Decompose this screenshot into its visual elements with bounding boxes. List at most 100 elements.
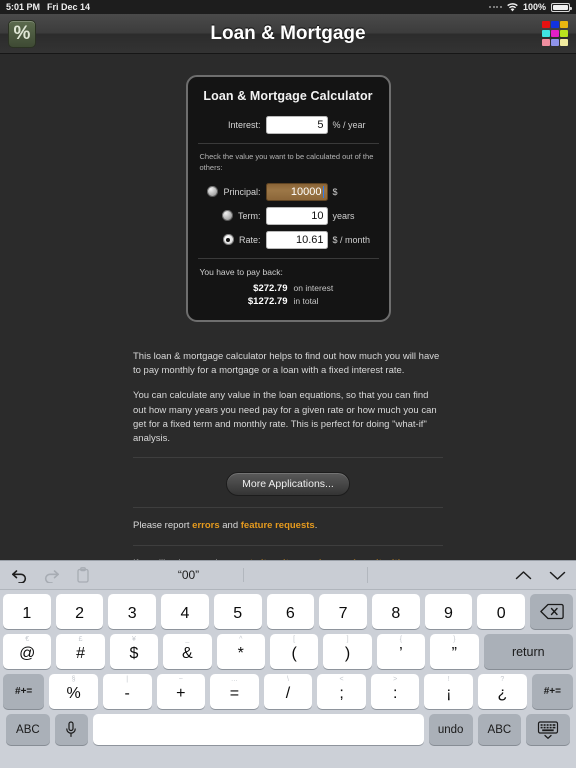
key-secondary-label: …	[230, 676, 238, 683]
key-+[interactable]: ~ +	[156, 674, 206, 709]
radio-rate[interactable]	[222, 234, 234, 246]
suggestion-chip-empty[interactable]	[258, 567, 368, 583]
result-description: on interest	[293, 282, 334, 293]
interest-input[interactable]: 5	[265, 116, 328, 134]
payback-label: You have to pay back:	[199, 266, 283, 277]
paste-clipboard-icon[interactable]	[74, 566, 92, 584]
key-label: /	[285, 685, 291, 702]
text-caret	[322, 185, 324, 198]
key-4[interactable]: 4	[161, 594, 209, 629]
calculator-title: Loan & Mortgage Calculator	[203, 89, 373, 103]
divider-1	[133, 457, 443, 459]
undo-arrow-icon[interactable]	[10, 566, 28, 584]
key-7[interactable]: 7	[319, 594, 367, 629]
key-label: )	[344, 645, 351, 662]
key-:[interactable]: >:	[370, 674, 420, 709]
key-$[interactable]: ¥ $	[109, 634, 159, 669]
key-@[interactable]: € @	[3, 634, 52, 669]
calculator-row-term: Term: 10 years	[198, 206, 379, 225]
description-paragraph-1: This loan & mortgage calculator helps to…	[133, 350, 440, 376]
on-screen-keyboard: “00” 1234567890 € @ £ # ¥ $ _ & ^ *[(]){’}” return…	[0, 560, 576, 768]
key-5[interactable]: 5	[213, 594, 262, 629]
key-secondary-label: |	[126, 676, 129, 683]
hide-keyboard-icon[interactable]	[526, 714, 571, 745]
key-secondary-label: [	[293, 636, 296, 643]
key-label: 6	[285, 605, 295, 622]
radio-term[interactable]	[222, 210, 233, 222]
abc-key-left[interactable]: ABC	[6, 714, 50, 745]
input-principal[interactable]: 10000	[265, 182, 328, 201]
key-label: 2	[75, 605, 84, 622]
result-amount: $272.79	[253, 282, 288, 294]
status-date: Fri Dec 14	[47, 2, 91, 12]
chevron-down-icon[interactable]	[548, 566, 566, 584]
symbol-toggle-key-left[interactable]: #+=	[3, 674, 45, 709]
result-description: in total	[293, 295, 319, 306]
key-’[interactable]: {’	[376, 634, 426, 669]
key-%[interactable]: §%	[49, 674, 98, 709]
suggestion-chip[interactable]: “00”	[134, 568, 244, 582]
key-*[interactable]: ^ *	[216, 634, 265, 669]
abc-key-right[interactable]: ABC	[477, 714, 522, 745]
radio-principal[interactable]	[207, 186, 219, 198]
key-¡[interactable]: ! ¡	[424, 674, 474, 709]
input-rate[interactable]: 10.61	[265, 230, 328, 249]
key-label: 8	[391, 605, 401, 622]
key-label: #+=	[543, 686, 561, 697]
grid-cell-5	[551, 29, 559, 38]
key-2[interactable]: 2	[55, 594, 104, 629]
feature-requests-link[interactable]: feature requests	[241, 520, 315, 531]
key-)[interactable]: ])	[323, 634, 372, 669]
return-key[interactable]: return	[483, 634, 574, 669]
key-3[interactable]: 3	[108, 594, 157, 629]
key-=[interactable]: … =	[210, 674, 259, 709]
key-secondary-label: {	[399, 636, 403, 643]
key-secondary-label: €	[25, 636, 30, 643]
key-¿[interactable]: ? ¿	[478, 674, 527, 709]
key-label: 9	[444, 605, 453, 622]
key-8[interactable]: 8	[371, 594, 420, 629]
key-#[interactable]: £ #	[56, 634, 105, 669]
backspace-key[interactable]	[530, 594, 573, 629]
status-bar: 5:01 PM Fri Dec 14 100%	[0, 0, 576, 14]
app-bar: % Loan & Mortgage	[0, 14, 576, 54]
chevron-up-icon[interactable]	[514, 566, 532, 584]
result-amount: $1272.79	[247, 295, 288, 307]
main-content: Loan & Mortgage Calculator Interest: 5 %…	[0, 54, 576, 560]
key-label: ’	[399, 645, 403, 662]
keyboard-toolbar-right	[514, 566, 566, 584]
key-&[interactable]: _ &	[163, 634, 212, 669]
key-1[interactable]: 1	[3, 594, 51, 629]
signal-dots-icon	[489, 6, 502, 8]
battery-percent: 100%	[522, 2, 546, 12]
input-term[interactable]: 10	[265, 206, 328, 225]
key-0[interactable]: 0	[477, 594, 526, 629]
app-grid-icon[interactable]	[542, 20, 568, 47]
key-label: $	[129, 645, 139, 662]
grid-cell-4	[542, 29, 550, 38]
symbol-toggle-key-right[interactable]: #+=	[531, 674, 573, 709]
errors-link[interactable]: errors	[192, 520, 219, 531]
space-key[interactable]	[92, 714, 424, 745]
more-applications-button[interactable]: More Applications...	[226, 472, 350, 497]
redo-arrow-icon[interactable]	[42, 566, 60, 584]
microphone-icon[interactable]	[54, 714, 88, 745]
key-9[interactable]: 9	[424, 594, 473, 629]
card-divider-bottom	[197, 257, 379, 259]
return-key-label: return	[511, 644, 545, 659]
key-6[interactable]: 6	[266, 594, 315, 629]
undo-key[interactable]: undo	[428, 714, 473, 745]
percent-app-icon[interactable]: %	[8, 19, 36, 48]
result-row: $272.79 on interest	[198, 283, 379, 294]
key-;[interactable]: <;	[317, 674, 366, 709]
key-label: 1	[22, 605, 32, 622]
key-/[interactable]: \ /	[263, 674, 313, 709]
grid-cell-3	[560, 20, 568, 29]
key-([interactable]: [(	[269, 634, 319, 669]
interest-unit: % / year	[332, 120, 366, 130]
key-”[interactable]: }”	[430, 634, 479, 669]
key--[interactable]: | -	[102, 674, 152, 709]
calculator-results: $272.79 on interest $1272.79 in total	[198, 283, 379, 307]
abc-left-label: ABC	[16, 723, 40, 736]
unit-rate: $ / month	[332, 234, 371, 245]
